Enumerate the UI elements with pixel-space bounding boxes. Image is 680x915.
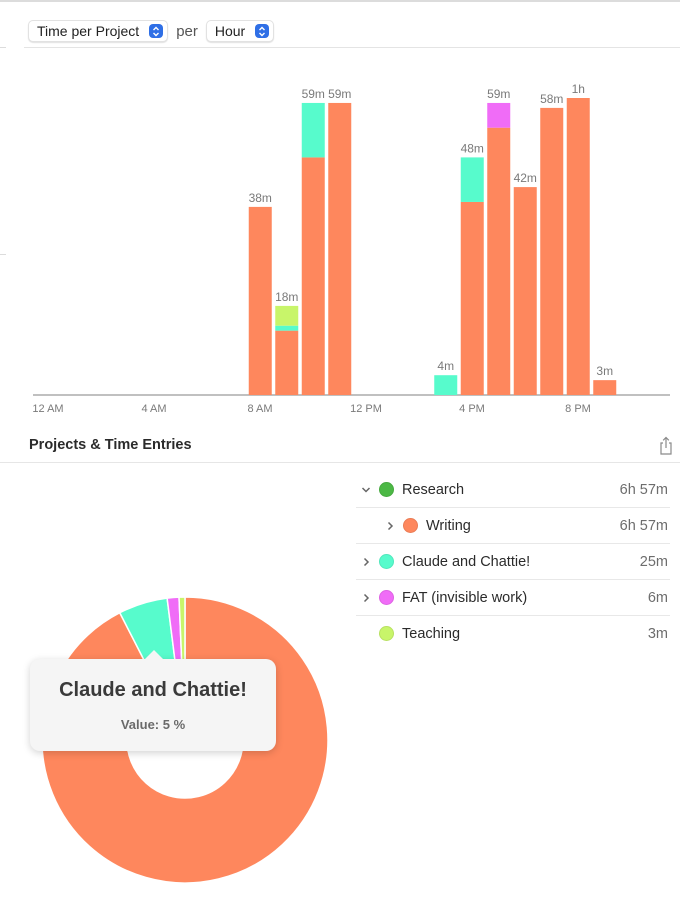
- bar-value-label: 59m: [487, 87, 510, 101]
- toolbar-divider: [24, 47, 680, 48]
- bar-segment-writing[interactable]: [460, 201, 484, 395]
- bar-segment-claude-and-chattie[interactable]: [301, 102, 325, 158]
- bar-value-label: 38m: [249, 191, 272, 205]
- project-duration: 6m: [647, 589, 668, 606]
- interval-select-value: Hour: [214, 23, 246, 39]
- tooltip-pointer: [144, 650, 164, 660]
- project-duration: 6h 57m: [619, 517, 668, 534]
- section-divider: [0, 462, 680, 463]
- window-top-border: [0, 0, 680, 2]
- share-button[interactable]: [658, 436, 674, 456]
- updown-chevron-icon: [255, 24, 270, 38]
- bar-segment-writing[interactable]: [328, 102, 352, 395]
- metric-select[interactable]: Time per Project: [28, 20, 169, 42]
- chevron-right-icon[interactable]: [360, 556, 372, 568]
- bar-segment-writing[interactable]: [513, 187, 537, 395]
- chevron-right-icon[interactable]: [384, 520, 396, 532]
- project-row[interactable]: Teaching 3m: [356, 616, 670, 651]
- x-tick-label: 8 PM: [565, 403, 591, 415]
- bar-value-label: 48m: [461, 141, 484, 155]
- bar-segment-writing[interactable]: [593, 380, 617, 395]
- project-color-dot: [379, 482, 394, 497]
- hourly-bar-chart: 12 AM 4 AM 8 AM 12 PM 4 PM 8 PM38m18m59m 59m4m…: [32, 82, 670, 415]
- section-title: Projects & Time Entries: [29, 437, 192, 453]
- bar-value-label: 42m: [514, 171, 537, 185]
- bar-value-label: 59m: [328, 87, 351, 101]
- x-tick-label: 12 AM: [32, 403, 63, 415]
- bar-segment-writing[interactable]: [566, 98, 590, 395]
- bar-segment-writing[interactable]: [540, 107, 564, 396]
- bar-value-label: 59m: [302, 87, 325, 101]
- chart-tooltip: Claude and Chattie! Value: 5 %: [30, 650, 276, 751]
- project-row[interactable]: Writing 6h 57m: [356, 508, 670, 544]
- project-color-dot: [379, 590, 394, 605]
- bar-segment-fat-invisible-work[interactable]: [487, 102, 511, 128]
- project-list: Research 6h 57m Writing 6h 57m Claude and Ch…: [356, 472, 670, 651]
- tooltip-value: Value: 5 %: [120, 717, 186, 732]
- bar-segment-writing[interactable]: [248, 206, 272, 395]
- chart-toolbar: Time per Project per Hour: [28, 20, 275, 42]
- share-icon: [660, 436, 672, 455]
- chevron-right-icon[interactable]: [360, 592, 372, 604]
- bar-value-label: 3m: [596, 364, 613, 378]
- project-duration: 3m: [647, 625, 668, 642]
- x-tick-label: 12 PM: [350, 403, 382, 415]
- project-name: Teaching: [402, 625, 461, 642]
- tooltip-title: Claude and Chattie!: [59, 679, 247, 701]
- updown-chevron-icon: [149, 24, 164, 38]
- project-color-dot: [379, 626, 394, 641]
- bar-segment-claude-and-chattie[interactable]: [275, 325, 299, 331]
- bar-segment-writing[interactable]: [487, 127, 511, 395]
- project-color-dot: [379, 554, 394, 569]
- project-color-dot: [403, 518, 418, 533]
- project-name: Claude and Chattie!: [402, 553, 531, 570]
- bar-segment-writing[interactable]: [275, 330, 299, 395]
- project-row[interactable]: Research 6h 57m: [356, 472, 670, 508]
- bar-value-label: 4m: [437, 359, 454, 373]
- project-row[interactable]: FAT (invisible work) 6m: [356, 580, 670, 616]
- x-tick-label: 4 AM: [141, 403, 166, 415]
- bar-segment-claude-and-chattie[interactable]: [434, 375, 458, 395]
- per-label: per: [176, 22, 198, 40]
- chevron-down-icon[interactable]: [360, 484, 372, 496]
- bar-value-label: 58m: [540, 92, 563, 106]
- bar-value-label: 18m: [275, 290, 298, 304]
- bar-value-label: 1h: [572, 82, 585, 96]
- bar-segment-teaching[interactable]: [275, 305, 299, 326]
- project-row[interactable]: Claude and Chattie! 25m: [356, 544, 670, 580]
- project-name: FAT (invisible work): [402, 589, 528, 606]
- project-duration: 25m: [639, 553, 668, 570]
- x-tick-label: 8 AM: [247, 403, 272, 415]
- interval-select[interactable]: Hour: [205, 20, 275, 42]
- bar-segment-claude-and-chattie[interactable]: [460, 157, 484, 202]
- x-tick-label: 4 PM: [459, 403, 485, 415]
- left-edge-tick: [0, 47, 6, 48]
- metric-select-value: Time per Project: [37, 23, 140, 39]
- project-name: Writing: [426, 517, 471, 534]
- bar-segment-writing[interactable]: [301, 157, 325, 395]
- project-name: Research: [402, 481, 465, 498]
- project-duration: 6h 57m: [619, 481, 668, 498]
